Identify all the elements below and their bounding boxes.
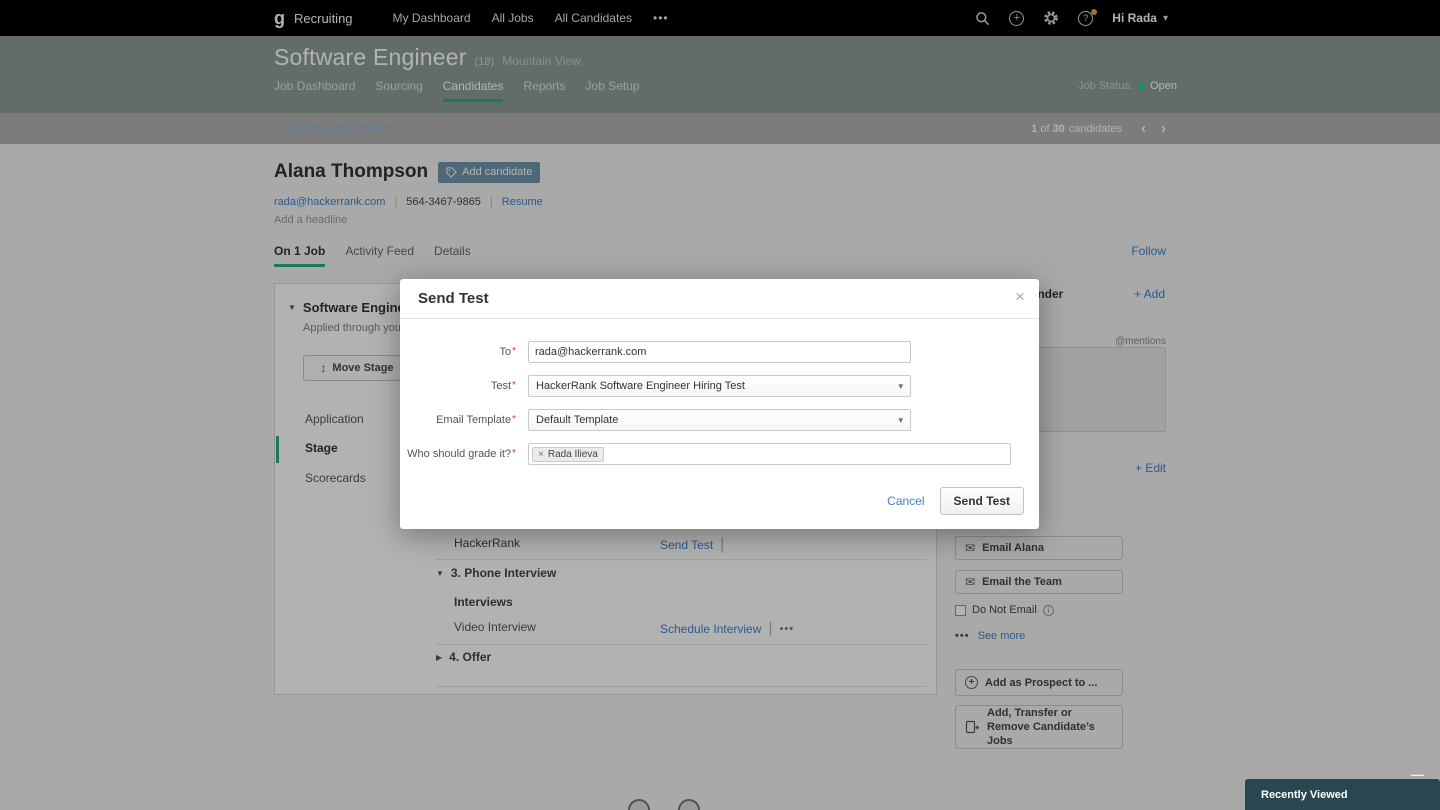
- to-label-text: To: [499, 346, 511, 358]
- send-test-button[interactable]: Send Test: [940, 487, 1024, 515]
- form-row-test: Test* HackerRank Software Engineer Hirin…: [400, 375, 1039, 397]
- email-template-label-text: Email Template: [436, 414, 511, 426]
- grader-token-field[interactable]: × Rada Ilieva: [528, 443, 1011, 465]
- grader-label-text: Who should grade it?: [407, 448, 511, 460]
- send-test-modal: Send Test × To* Test* HackerRank Softwar…: [400, 279, 1039, 529]
- form-row-email-template: Email Template* Default Template ▾: [400, 409, 1039, 431]
- to-input[interactable]: [528, 341, 911, 363]
- close-icon[interactable]: ×: [1015, 287, 1025, 307]
- modal-header: Send Test ×: [400, 279, 1039, 319]
- form-row-to: To*: [400, 341, 1039, 363]
- required-asterisk: *: [512, 448, 516, 459]
- chevron-down-icon: ▾: [898, 415, 903, 426]
- to-label: To*: [400, 346, 528, 358]
- minimize-icon[interactable]: —: [1411, 767, 1424, 782]
- required-asterisk: *: [512, 346, 516, 357]
- test-label: Test*: [400, 380, 528, 392]
- chevron-down-icon: ▾: [898, 381, 903, 392]
- cancel-button[interactable]: Cancel: [887, 494, 924, 508]
- email-template-select-value: Default Template: [536, 414, 618, 426]
- test-select-value: HackerRank Software Engineer Hiring Test: [536, 380, 745, 392]
- required-asterisk: *: [512, 414, 516, 425]
- page-root: g Recruiting My Dashboard All Jobs All C…: [0, 0, 1440, 810]
- modal-title: Send Test: [418, 290, 489, 307]
- test-label-text: Test: [491, 380, 511, 392]
- modal-footer: Cancel Send Test: [400, 487, 1039, 529]
- grader-token-chip: × Rada Ilieva: [532, 447, 604, 462]
- form-row-grader: Who should grade it?* × Rada Ilieva: [400, 443, 1039, 465]
- email-template-select[interactable]: Default Template ▾: [528, 409, 911, 431]
- test-select[interactable]: HackerRank Software Engineer Hiring Test…: [528, 375, 911, 397]
- grader-token-name: Rada Ilieva: [548, 449, 598, 460]
- email-template-label: Email Template*: [400, 414, 528, 426]
- recently-viewed-tray[interactable]: Recently Viewed —: [1245, 779, 1440, 810]
- recently-viewed-label: Recently Viewed: [1261, 789, 1348, 801]
- required-asterisk: *: [512, 380, 516, 391]
- remove-token-icon[interactable]: ×: [538, 449, 544, 460]
- grader-label: Who should grade it?*: [400, 448, 528, 460]
